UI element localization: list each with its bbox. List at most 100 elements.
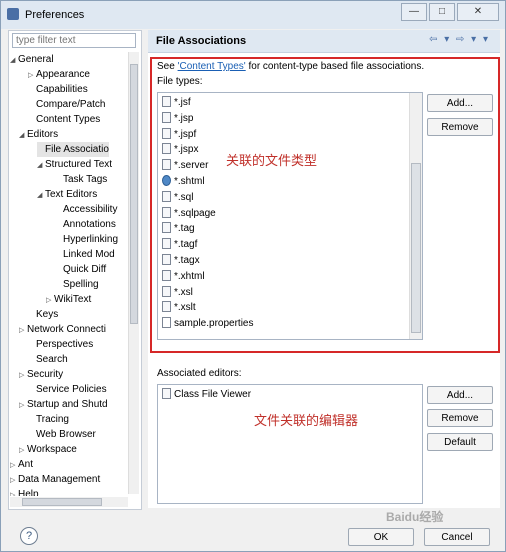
tree-item-label: Service Policies	[36, 384, 107, 395]
tree-item[interactable]: Task Tags	[55, 172, 107, 187]
ok-button[interactable]: OK	[348, 528, 414, 546]
list-scrollbar[interactable]	[409, 93, 422, 339]
tree-item-label: Network Connecti	[27, 324, 106, 335]
tree-item-label: Security	[27, 369, 64, 380]
tree-item[interactable]: Perspectives	[28, 337, 93, 352]
tree-item[interactable]: Tracing	[28, 412, 69, 427]
tree-toggle-icon[interactable]: ◢	[19, 128, 27, 143]
associated-editors-list[interactable]: Class File Viewer	[157, 384, 423, 504]
tree-horizontal-scrollbar[interactable]	[10, 497, 128, 507]
tree-item[interactable]: Accessibility	[55, 202, 117, 217]
cancel-button[interactable]: Cancel	[424, 528, 490, 546]
file-icon	[162, 159, 171, 171]
tree-item-label: Ant	[18, 459, 34, 470]
tree-item[interactable]: Compare/Patch	[28, 97, 105, 112]
tree-item[interactable]: ◢ Editors	[19, 127, 58, 142]
tree-toggle-icon[interactable]: ▷	[19, 443, 27, 458]
remove-file-type-button[interactable]: Remove	[427, 118, 493, 136]
tree-item[interactable]: ▷ Appearance	[28, 67, 90, 82]
add-editor-button[interactable]: Add...	[427, 386, 493, 404]
remove-editor-button[interactable]: Remove	[427, 409, 493, 427]
add-file-type-button[interactable]: Add...	[427, 94, 493, 112]
file-types-list[interactable]: *.jsf *.jsp *.jspf *.jspx *.server *.shtml *.s…	[157, 92, 423, 340]
tree-item[interactable]: Keys	[28, 307, 58, 322]
list-item[interactable]: *.sql	[162, 190, 193, 205]
file-type-label: *.jsp	[174, 112, 194, 124]
tree-item[interactable]: ▷ Security	[19, 367, 63, 382]
tree-item[interactable]: ▷ Data Management	[10, 472, 100, 487]
scroll-thumb[interactable]	[411, 163, 421, 333]
tree-item[interactable]: Capabilities	[28, 82, 88, 97]
content-types-link[interactable]: 'Content Types'	[178, 61, 246, 72]
close-button[interactable]: ✕	[457, 3, 499, 21]
file-icon	[162, 190, 171, 202]
tree-toggle-icon[interactable]: ▷	[10, 473, 18, 488]
tree-item[interactable]: ▷ Network Connecti	[19, 322, 106, 337]
file-type-label: *.shtml	[174, 176, 205, 187]
tree-vertical-scrollbar[interactable]	[128, 52, 139, 494]
associated-editors-label: Associated editors:	[157, 368, 242, 379]
tree-item-label: Keys	[36, 309, 59, 320]
help-icon[interactable]: ?	[20, 527, 38, 545]
list-item[interactable]: sample.properties	[162, 316, 253, 331]
list-item[interactable]: *.jsf	[162, 95, 191, 110]
file-associations-panel: File Associations ⇦ ▾ ⇨ ▾ ▾ See 'Content…	[148, 30, 500, 508]
list-item[interactable]: Class File Viewer	[162, 387, 251, 402]
tree-item[interactable]: ▷ Ant	[10, 457, 33, 472]
tree-toggle-icon[interactable]: ▷	[19, 398, 27, 413]
tree-item[interactable]: Linked Mod	[55, 247, 115, 262]
list-item[interactable]: *.tagx	[162, 253, 200, 268]
list-item[interactable]: *.shtml	[162, 174, 205, 189]
list-item[interactable]: *.tagf	[162, 237, 197, 252]
list-item[interactable]: *.jsp	[162, 111, 193, 126]
filter-input[interactable]	[12, 33, 136, 48]
maximize-button[interactable]: □	[429, 3, 455, 21]
tree-item-label: Linked Mod	[63, 249, 115, 260]
minimize-button[interactable]: —	[401, 3, 427, 21]
list-item[interactable]: *.xhtml	[162, 269, 205, 284]
tree-toggle-icon[interactable]: ◢	[10, 53, 18, 68]
file-type-label: *.xhtml	[174, 270, 205, 282]
tree-toggle-icon[interactable]: ▷	[19, 368, 27, 383]
scroll-thumb[interactable]	[22, 498, 102, 506]
file-icon	[162, 254, 171, 265]
tree-item[interactable]: File Associatio	[37, 142, 109, 157]
list-item[interactable]: *.jspf	[162, 127, 196, 142]
tree-item[interactable]: Spelling	[55, 277, 99, 292]
tree-item[interactable]: ▷ WikiText	[46, 292, 91, 307]
tree-item[interactable]: ◢ Structured Text	[37, 157, 112, 172]
tree-item[interactable]: ▷ Help	[10, 487, 39, 496]
tree-item[interactable]: Search	[28, 352, 68, 367]
list-item[interactable]: *.xsl	[162, 285, 193, 300]
tree-item[interactable]: Hyperlinking	[55, 232, 118, 247]
tree-toggle-icon[interactable]: ▷	[46, 293, 54, 308]
tree-item[interactable]: Service Policies	[28, 382, 107, 397]
list-item[interactable]: *.xslt	[162, 300, 196, 315]
default-editor-button[interactable]: Default	[427, 433, 493, 451]
file-icon	[162, 206, 171, 218]
tree-item-label: Editors	[27, 129, 59, 140]
list-item[interactable]: *.tag	[162, 221, 195, 236]
tree-toggle-icon[interactable]: ▷	[19, 323, 27, 338]
tree-item[interactable]: ◢ General	[10, 52, 54, 67]
tree-toggle-icon[interactable]: ◢	[37, 158, 45, 173]
tree-toggle-icon[interactable]: ◢	[37, 188, 45, 203]
tree-item-label: Search	[36, 354, 68, 365]
list-item[interactable]: *.server	[162, 158, 208, 173]
tree-item[interactable]: Annotations	[55, 217, 116, 232]
tree-item-label: Appearance	[36, 69, 90, 80]
tree-toggle-icon[interactable]: ▷	[28, 68, 36, 83]
tree-item[interactable]: ◢ Text Editors	[37, 187, 97, 202]
tree-toggle-icon[interactable]: ▷	[10, 458, 18, 473]
navigation-icons[interactable]: ⇦ ▾ ⇨ ▾ ▾	[429, 34, 490, 45]
scroll-thumb[interactable]	[130, 64, 138, 324]
tree-item[interactable]: ▷ Startup and Shutd	[19, 397, 108, 412]
editor-icon	[162, 388, 171, 399]
tree-item[interactable]: Content Types	[28, 112, 100, 127]
tree-item[interactable]: Quick Diff	[55, 262, 106, 277]
tree-item[interactable]: ▷ Workspace	[19, 442, 77, 457]
list-item[interactable]: *.jspx	[162, 142, 198, 157]
list-item[interactable]: *.sqlpage	[162, 206, 216, 221]
tree-item[interactable]: Web Browser	[28, 427, 96, 442]
tree-toggle-icon[interactable]: ▷	[10, 488, 18, 496]
